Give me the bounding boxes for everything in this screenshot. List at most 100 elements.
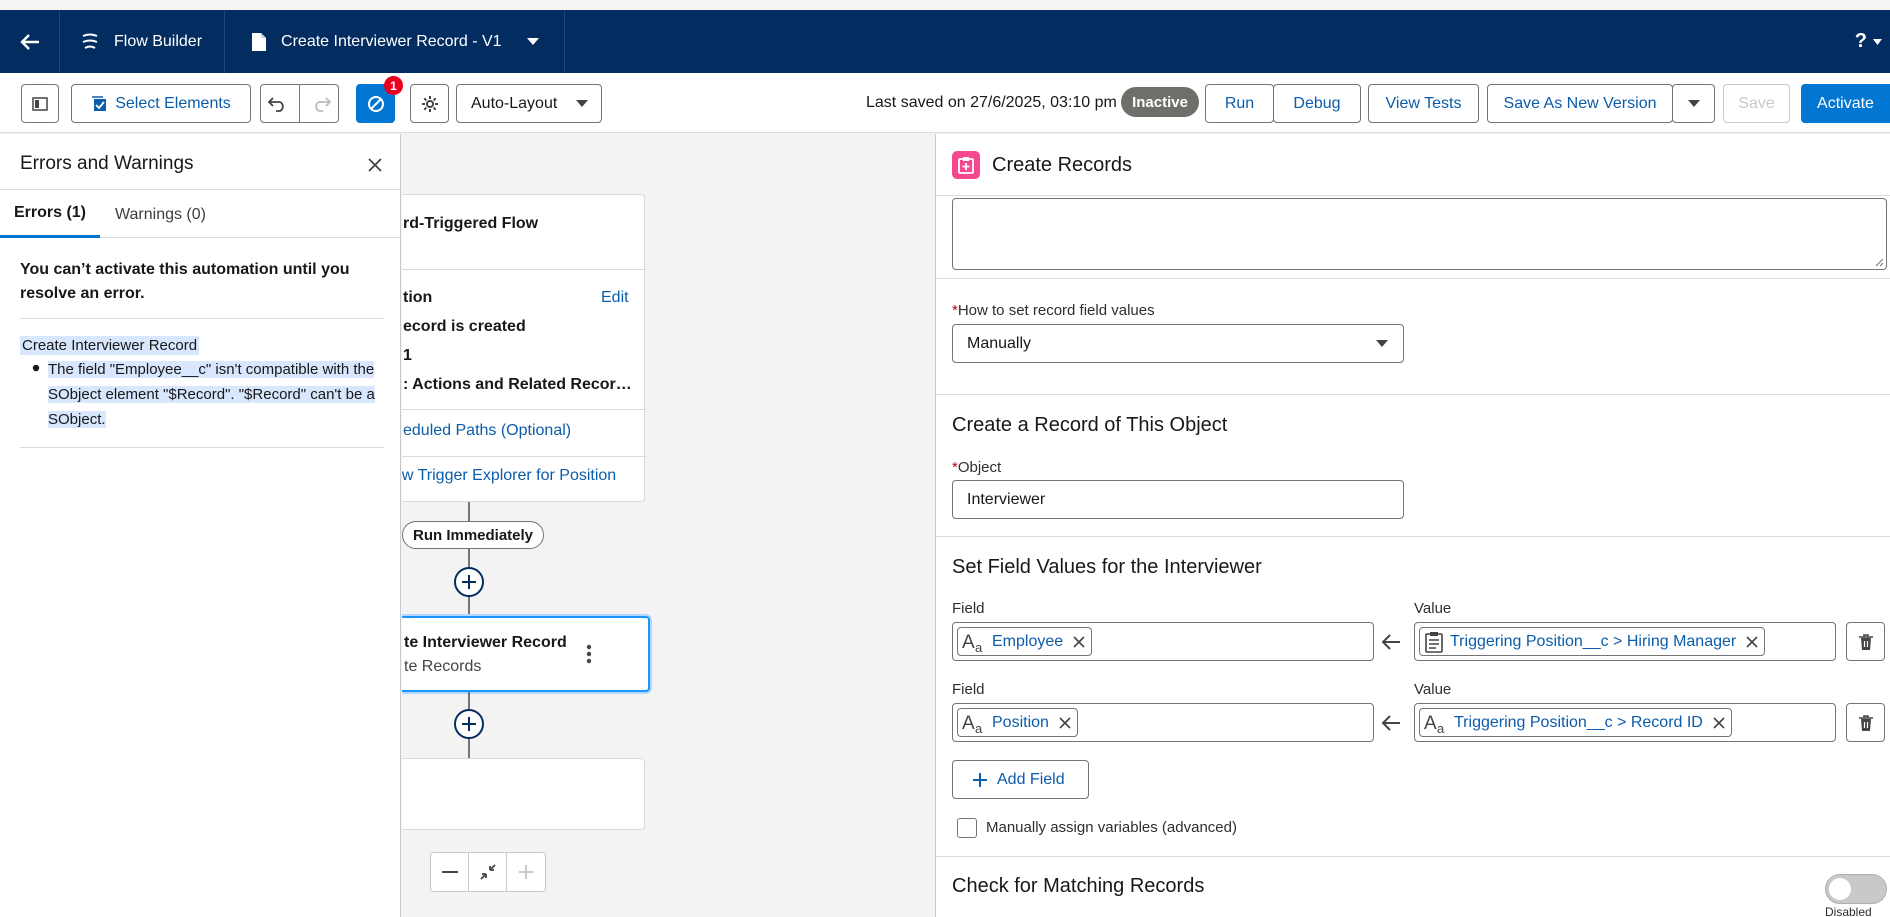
run-button[interactable]: Run [1205, 84, 1274, 123]
save-button[interactable]: Save [1723, 84, 1790, 123]
contract-icon [479, 864, 496, 880]
start-element-card[interactable]: rd-Triggered Flow tion Edit ecord is cre… [402, 194, 646, 502]
app-header: Flow Builder Create Interviewer Record -… [0, 10, 1890, 73]
zoom-controls [430, 852, 546, 892]
how-to-set-label: *How to set record field values [952, 302, 1155, 319]
section-object-title: Create a Record of This Object [952, 414, 1228, 436]
toggle-knob [1829, 878, 1851, 900]
start-card-title: rd-Triggered Flow [403, 215, 539, 232]
end-element-card[interactable] [402, 758, 645, 830]
select-elements-button[interactable]: Select Elements [71, 84, 251, 123]
errors-toggle-button[interactable]: 1 [356, 76, 403, 123]
plus-icon [462, 575, 476, 589]
bullet-icon [32, 364, 40, 372]
section-matching-title: Check for Matching Records [952, 875, 1205, 897]
trash-icon [1858, 633, 1873, 650]
zoom-in-button[interactable] [507, 853, 545, 891]
redo-icon[interactable] [313, 96, 332, 112]
manual-assign-checkbox[interactable] [957, 818, 977, 838]
field-input[interactable]: Aa Employee [952, 622, 1374, 661]
scheduled-paths-link[interactable]: eduled Paths (Optional) [403, 422, 571, 440]
condition-label: tion [403, 289, 433, 306]
add-element-button[interactable] [454, 709, 484, 739]
how-to-set-select[interactable]: Manually [952, 324, 1404, 363]
field-token[interactable]: Aa Employee [957, 627, 1093, 656]
trigger-explorer-link[interactable]: ow Trigger Explorer for Position [402, 467, 616, 485]
svg-text:A: A [1424, 713, 1437, 734]
zoom-out-button[interactable] [431, 853, 469, 891]
flow-canvas[interactable]: rd-Triggered Flow tion Edit ecord is cre… [402, 134, 935, 917]
svg-text:a: a [975, 640, 983, 653]
edit-link[interactable]: Edit [601, 289, 629, 307]
how-to-set-label-text: How to set record field values [957, 302, 1155, 319]
undo-redo-group [260, 84, 339, 123]
tab-warnings[interactable]: Warnings (0) [115, 191, 206, 238]
tab-errors[interactable]: Errors (1) [0, 191, 100, 238]
divider [402, 409, 646, 410]
chevron-down-icon [1376, 340, 1388, 347]
field-token-label: Employee [992, 632, 1064, 650]
close-icon[interactable] [1059, 716, 1071, 729]
tab-warnings-label: Warnings (0) [115, 205, 206, 223]
close-icon[interactable] [1073, 635, 1085, 648]
divider [936, 536, 1890, 537]
help-menu[interactable]: ? [1855, 10, 1882, 73]
select-icon [92, 95, 107, 111]
trigger-line: ecord is created [403, 318, 526, 335]
value-token[interactable]: Triggering Position__c > Hiring Manager [1419, 627, 1766, 656]
description-textarea[interactable] [952, 198, 1887, 270]
settings-button[interactable] [410, 84, 449, 123]
svg-text:a: a [975, 721, 983, 734]
error-element-link[interactable]: Create Interviewer Record [20, 336, 200, 355]
undo-icon[interactable] [267, 96, 286, 112]
activate-label: Activate [1817, 94, 1874, 112]
matching-records-toggle[interactable] [1825, 874, 1887, 904]
debug-button[interactable]: Debug [1273, 84, 1361, 123]
value-token[interactable]: Aa Triggering Position__c > Record ID [1419, 708, 1732, 737]
add-field-button[interactable]: Add Field [952, 760, 1089, 799]
divider [20, 318, 384, 319]
toggle-state-label: Disabled [1825, 905, 1872, 917]
errors-warnings-panel: Errors and Warnings Errors (1) Warnings … [0, 134, 401, 917]
element-subtitle: te Records [404, 658, 482, 675]
value-input[interactable]: Triggering Position__c > Hiring Manager [1414, 622, 1836, 661]
trigger-line-3: 1 [403, 347, 412, 364]
close-icon [368, 158, 382, 172]
close-icon[interactable] [1713, 716, 1725, 729]
delete-row-button[interactable] [1846, 622, 1885, 661]
save-menu-button[interactable] [1672, 84, 1715, 123]
back-button[interactable] [0, 10, 60, 73]
add-element-button[interactable] [454, 567, 484, 597]
close-icon[interactable] [1746, 635, 1758, 648]
fit-view-button[interactable] [469, 853, 507, 891]
delete-row-button[interactable] [1846, 703, 1885, 742]
element-title: te Interviewer Record [404, 634, 567, 651]
browser-top-strip [0, 0, 1890, 10]
object-label: *Object [952, 459, 1002, 476]
activate-button[interactable]: Activate [1801, 84, 1890, 123]
error-headline: You can’t activate this automation until… [20, 261, 350, 302]
flow-title-menu[interactable]: Create Interviewer Record - V1 [225, 10, 565, 73]
save-as-new-version-button[interactable]: Save As New Version [1487, 84, 1673, 123]
layout-select[interactable]: Auto-Layout [456, 84, 602, 123]
arrow-left-icon [1381, 634, 1400, 650]
optimize-line: : Actions and Related Recor… [403, 376, 632, 393]
object-input[interactable]: Interviewer [952, 480, 1404, 519]
close-panel-button[interactable] [364, 154, 386, 176]
field-token[interactable]: Aa Position [957, 708, 1078, 737]
more-vertical-icon[interactable] [586, 644, 592, 664]
document-icon [252, 32, 267, 51]
field-label: Field [952, 600, 985, 617]
view-tests-label: View Tests [1385, 94, 1462, 112]
error-message-text: The field "Employee__c" isn't compatible… [48, 361, 375, 428]
toggle-panel-button[interactable] [21, 84, 59, 123]
create-records-element-card[interactable]: te Interviewer Record te Records [402, 616, 650, 692]
panel-icon [32, 96, 48, 111]
panel-header: Create Records [936, 134, 1890, 196]
view-tests-button[interactable]: View Tests [1368, 84, 1479, 123]
value-input[interactable]: Aa Triggering Position__c > Record ID [1414, 703, 1836, 742]
manual-assign-label: Manually assign variables (advanced) [986, 819, 1237, 836]
resize-handle-icon [1875, 258, 1884, 267]
field-input[interactable]: Aa Position [952, 703, 1374, 742]
run-label: Run [1224, 94, 1255, 112]
